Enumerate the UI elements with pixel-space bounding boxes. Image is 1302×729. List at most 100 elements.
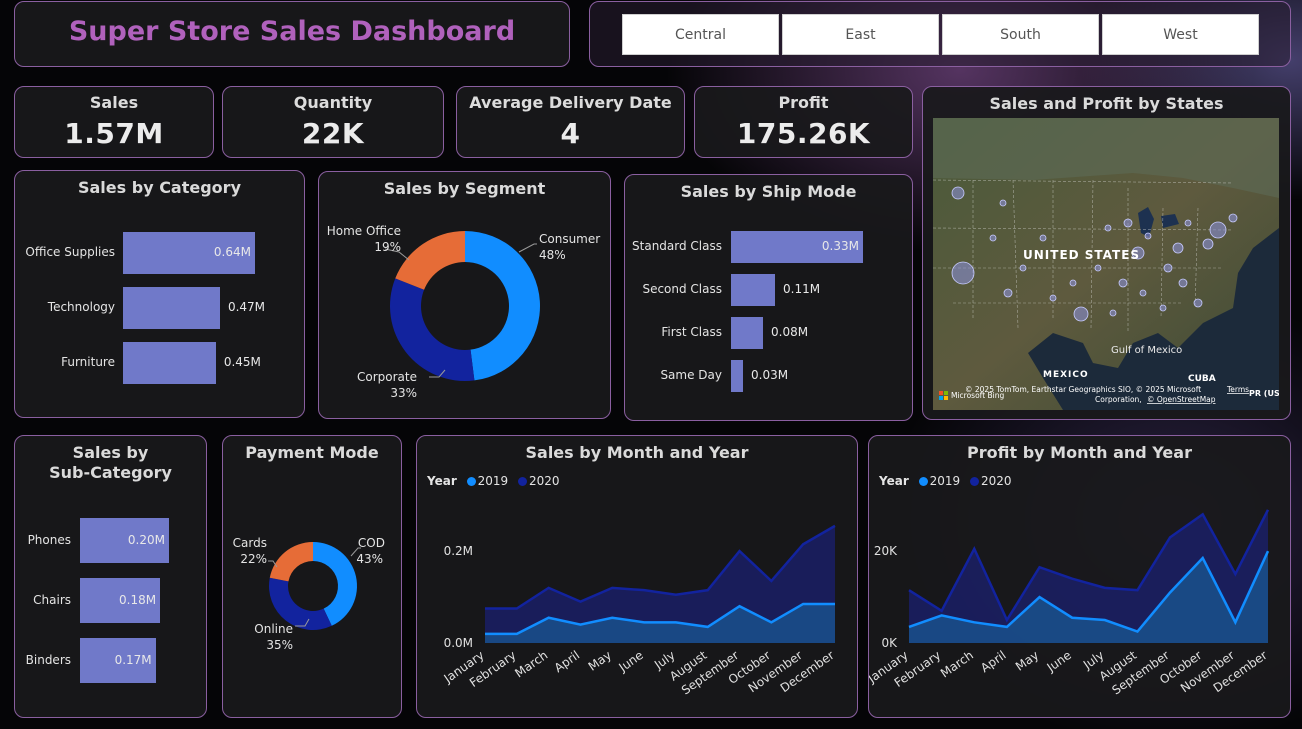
bar-label: Technology bbox=[47, 300, 115, 314]
bar-value-label: 0.18M bbox=[119, 592, 157, 607]
y-tick-label: 0.2M bbox=[444, 544, 473, 558]
bar-value-label: 0.11M bbox=[783, 282, 821, 296]
profit-month-card: Profit by Month and Year Year 2019 2020 … bbox=[868, 435, 1291, 718]
kpi-sales-label: Sales bbox=[89, 93, 139, 112]
x-tick-label: April bbox=[552, 648, 583, 675]
bar-label: Phones bbox=[27, 532, 71, 547]
kpi-profit-label: Profit bbox=[778, 93, 829, 112]
bar-value-label: 0.33M bbox=[821, 239, 859, 253]
donut-slice[interactable] bbox=[269, 542, 313, 582]
x-tick-label: June bbox=[616, 648, 646, 675]
title-card: Super Store Sales Dashboard bbox=[14, 1, 570, 67]
payment-donut-chart[interactable]: COD 43% Online 35% Cards 22% bbox=[223, 436, 402, 718]
y-tick-label: 0.0M bbox=[444, 636, 473, 650]
map-bing-label: Microsoft Bing bbox=[951, 391, 1004, 400]
bar[interactable] bbox=[731, 274, 775, 306]
donut-slice[interactable] bbox=[465, 231, 541, 381]
subcategory-title-line1: Sales by bbox=[72, 443, 149, 462]
bar-label: Standard Class bbox=[632, 239, 722, 253]
region-slicer: Central East South West bbox=[589, 1, 1291, 67]
shipmode-card: Sales by Ship Mode Standard Class 0.33M Se… bbox=[624, 174, 913, 421]
sales-area-chart[interactable]: 0.0M0.2MJanuaryFebruaryMarch April May June… bbox=[417, 436, 858, 718]
shipmode-title: Sales by Ship Mode bbox=[680, 182, 857, 201]
bar-value-label: 0.03M bbox=[751, 368, 789, 382]
bar-label: Furniture bbox=[61, 355, 115, 369]
category-card: Sales by Category Office Supplies 0.64M Te… bbox=[14, 170, 305, 418]
segment-donut-chart[interactable]: Consumer 48% Corporate 33% Home Office 19% bbox=[319, 172, 611, 419]
map-label-mexico: MEXICO bbox=[1043, 370, 1089, 380]
category-title: Sales by Category bbox=[77, 178, 241, 197]
donut-slice[interactable] bbox=[390, 278, 475, 381]
map-terms-link[interactable]: Terms bbox=[1226, 385, 1249, 394]
segment-card: Sales by Segment Consumer 48% Corporate 33%… bbox=[318, 171, 611, 419]
kpi-profit: Profit 175.26K bbox=[694, 86, 913, 158]
sales-month-card: Sales by Month and Year Year 2019 2020 0… bbox=[416, 435, 858, 718]
slicer-east[interactable]: East bbox=[782, 14, 939, 55]
y-tick-label: 20K bbox=[874, 544, 898, 558]
bar-label: Office Supplies bbox=[25, 245, 115, 259]
bar-label: Binders bbox=[25, 652, 71, 667]
y-tick-label: 0K bbox=[881, 636, 898, 650]
x-tick-label: March bbox=[512, 648, 550, 680]
profit-area-chart[interactable]: 0K20KJanuaryFebruaryMarch April May June Jul… bbox=[869, 436, 1291, 718]
map-visual[interactable]: UNITED STATES MEXICO Gulf of Mexico CUBA… bbox=[933, 118, 1279, 410]
bar-label: First Class bbox=[661, 325, 722, 339]
slice-percent-label: 43% bbox=[356, 552, 383, 566]
slice-name-label: Home Office bbox=[327, 224, 401, 238]
slicer-west[interactable]: West bbox=[1102, 14, 1259, 55]
bar-value-label: 0.17M bbox=[114, 652, 152, 667]
bar[interactable] bbox=[123, 342, 216, 384]
kpi-sales: Sales 1.57M bbox=[14, 86, 214, 158]
map-label-gulf: Gulf of Mexico bbox=[1111, 345, 1182, 356]
dashboard-title: Super Store Sales Dashboard bbox=[68, 16, 516, 47]
map-attribution-2: Corporation, bbox=[1095, 395, 1142, 404]
kpi-profit-value: 175.26K bbox=[736, 117, 871, 150]
map-label-pr: PR (US) bbox=[1249, 389, 1279, 398]
slice-name-label: Corporate bbox=[357, 370, 417, 384]
kpi-quantity: Quantity 22K bbox=[222, 86, 444, 158]
subcategory-title-line2: Sub-Category bbox=[49, 463, 172, 482]
slice-percent-label: 22% bbox=[240, 552, 267, 566]
slice-name-label: Cards bbox=[233, 536, 267, 550]
payment-card: Payment Mode COD 43% Online 35% Cards 22% bbox=[222, 435, 402, 718]
kpi-delivery-value: 4 bbox=[560, 117, 581, 150]
kpi-sales-value: 1.57M bbox=[64, 117, 164, 150]
bar[interactable] bbox=[731, 360, 743, 392]
bar-value-label: 0.20M bbox=[127, 532, 165, 547]
slice-percent-label: 35% bbox=[266, 638, 293, 652]
kpi-delivery-label: Average Delivery Date bbox=[469, 93, 672, 112]
slice-name-label: Consumer bbox=[539, 232, 600, 246]
kpi-quantity-value: 22K bbox=[301, 117, 365, 150]
x-tick-label: May bbox=[586, 648, 614, 674]
bar-label: Second Class bbox=[642, 282, 722, 296]
slice-percent-label: 48% bbox=[539, 248, 566, 262]
slice-name-label: COD bbox=[358, 536, 385, 550]
bar-value-label: 0.45M bbox=[223, 355, 261, 369]
bar-label: Chairs bbox=[33, 592, 71, 607]
map-osm-link[interactable]: © OpenStreetMap bbox=[1147, 395, 1216, 404]
slicer-south[interactable]: South bbox=[942, 14, 1099, 55]
map-title: Sales and Profit by States bbox=[989, 94, 1224, 113]
bar-value-label: 0.47M bbox=[227, 300, 266, 314]
map-card: Sales and Profit by States UNITED STATES… bbox=[922, 86, 1291, 420]
bar-value-label: 0.64M bbox=[213, 245, 251, 259]
leader-line bbox=[518, 243, 537, 253]
slice-name-label: Online bbox=[254, 622, 293, 636]
subcategory-card: Sales by Sub-Category Phones 0.20M Chairs 0… bbox=[14, 435, 207, 718]
map-label-us: UNITED STATES bbox=[1023, 248, 1140, 262]
x-tick-label: March bbox=[938, 648, 976, 680]
x-tick-label: May bbox=[1013, 648, 1041, 674]
map-label-cuba: CUBA bbox=[1188, 374, 1216, 384]
x-tick-label: April bbox=[978, 648, 1009, 675]
bar-label: Same Day bbox=[660, 368, 722, 382]
donut-slice[interactable] bbox=[395, 231, 465, 290]
slice-percent-label: 33% bbox=[390, 386, 417, 400]
x-tick-label: June bbox=[1044, 648, 1074, 675]
bar[interactable] bbox=[731, 317, 763, 349]
bar[interactable] bbox=[123, 287, 220, 329]
slice-percent-label: 19% bbox=[374, 240, 401, 254]
kpi-delivery: Average Delivery Date 4 bbox=[456, 86, 685, 158]
bar-value-label: 0.08M bbox=[771, 325, 809, 339]
slicer-central[interactable]: Central bbox=[622, 14, 779, 55]
kpi-quantity-label: Quantity bbox=[293, 93, 373, 112]
